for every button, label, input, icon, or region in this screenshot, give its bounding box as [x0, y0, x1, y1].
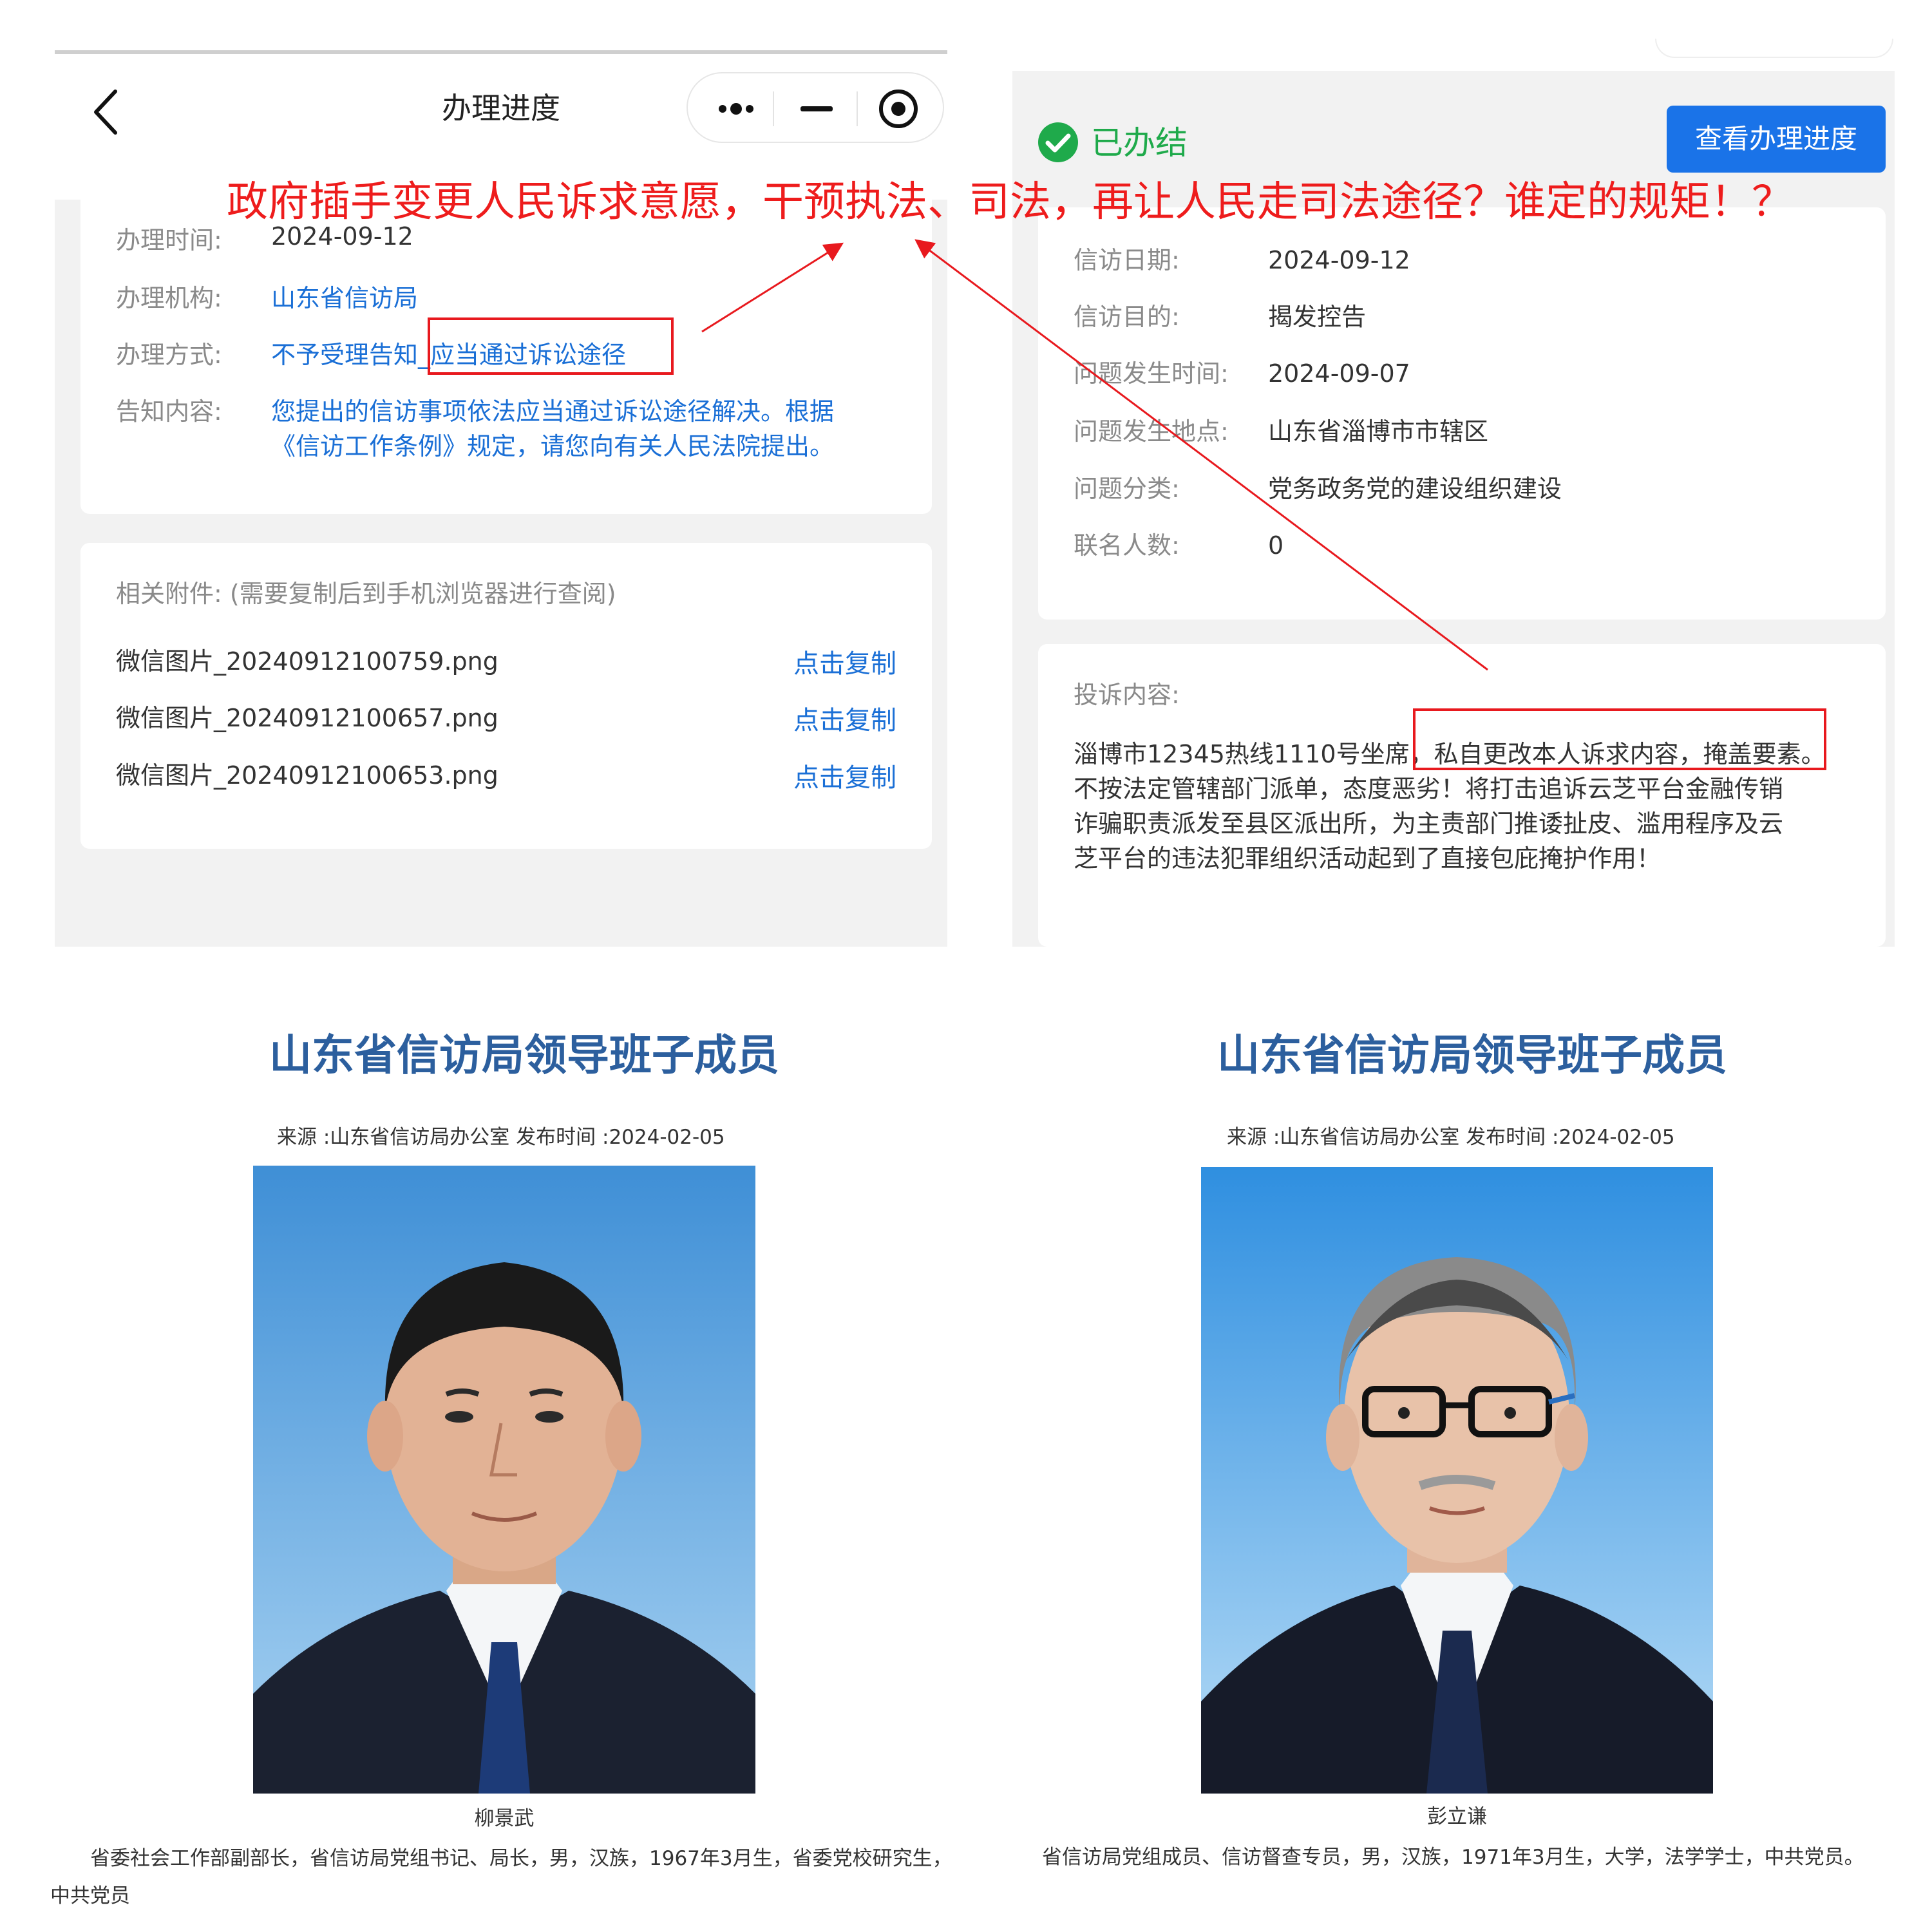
- cosigners-value: 0: [1268, 531, 1284, 560]
- annotation-headline: 政府插手变更人民诉求意愿，干预执法、司法，再让人民走司法途径？谁定的规矩！？: [227, 178, 1793, 226]
- copy-button-2[interactable]: 点击复制: [793, 699, 896, 737]
- bio-left-line-2: 中共党员: [50, 1884, 130, 1908]
- capsule-divider: [773, 91, 774, 126]
- check-circle-icon: [1038, 122, 1078, 162]
- bio-left-line-1: 省委社会工作部副部长，省信访局党组书记、局长，男，汉族，1967年3月生，省委党…: [90, 1847, 952, 1870]
- attachment-file-3: 微信图片_20240912100653.png: [116, 761, 498, 790]
- portrait-photo-right: [1201, 1167, 1713, 1794]
- complaint-line-2: 不按法定管辖部门派单，态度恶劣！将打击追诉云芝平台金融传销: [1074, 775, 1784, 803]
- article-title-right: 山东省信访局领导班子成员: [1217, 1030, 1727, 1080]
- portrait-right-svg: [1201, 1167, 1713, 1794]
- article-title-left: 山东省信访局领导班子成员: [269, 1030, 779, 1080]
- notice-line-1: 您提出的信访事项依法应当通过诉讼途径解决。根据: [271, 397, 835, 426]
- petition-purpose-value: 揭发控告: [1268, 303, 1367, 331]
- close-target-icon[interactable]: [876, 86, 921, 131]
- complaint-line-4: 芝平台的违法犯罪组织活动起到了直接包庇掩护作用！: [1074, 844, 1662, 873]
- complaint-line-3: 诈骗职责派发至县区派出所，为主责部门推诿扯皮、滥用程序及云: [1074, 810, 1784, 838]
- petition-info-card: 信访日期: 2024-09-12 信访目的: 揭发控告 问题发生时间: 2024…: [1038, 207, 1886, 620]
- person-name-left: 柳景武: [474, 1807, 535, 1830]
- category-value: 党务政务党的建设组织建设: [1268, 475, 1562, 503]
- article-meta-right: 来源 :山东省信访局办公室 发布时间 :2024-02-05: [1227, 1126, 1675, 1149]
- minimize-icon[interactable]: [794, 86, 839, 131]
- cosigners-label: 联名人数:: [1074, 531, 1180, 560]
- petition-date-label: 信访日期:: [1074, 246, 1180, 274]
- occur-time-label: 问题发生时间:: [1074, 359, 1229, 388]
- complaint-card: 投诉内容: 淄博市12345热线1110号坐席，私自更改本人诉求内容，掩盖要素。…: [1038, 644, 1886, 947]
- category-label: 问题分类:: [1074, 475, 1180, 503]
- notice-line-2: 《信访工作条例》规定，请您向有关人民法院提出。: [271, 432, 835, 460]
- notice-label: 告知内容:: [116, 397, 222, 426]
- process-org-label: 办理机构:: [116, 284, 222, 312]
- person-name-right: 彭立谦: [1427, 1805, 1487, 1828]
- article-meta-left: 来源 :山东省信访局办公室 发布时间 :2024-02-05: [277, 1126, 725, 1149]
- attachments-card: 相关附件: (需要复制后到手机浏览器进行查阅) 微信图片_20240912100…: [80, 543, 932, 849]
- petition-purpose-label: 信访目的:: [1074, 303, 1180, 331]
- petition-date-value: 2024-09-12: [1268, 246, 1410, 274]
- capsule-divider: [857, 91, 858, 126]
- process-org-value[interactable]: 山东省信访局: [271, 281, 418, 316]
- process-time-label: 办理时间:: [116, 226, 222, 254]
- process-method-label: 办理方式:: [116, 341, 222, 369]
- occur-place-value: 山东省淄博市市辖区: [1268, 417, 1489, 446]
- status-label: 已办结: [1091, 124, 1188, 162]
- attachment-file-1: 微信图片_20240912100759.png: [116, 647, 498, 676]
- occur-time-value: 2024-09-07: [1268, 359, 1410, 388]
- more-dots-icon[interactable]: [714, 86, 759, 131]
- copy-button-1[interactable]: 点击复制: [793, 643, 896, 680]
- complaint-label: 投诉内容:: [1074, 681, 1180, 709]
- mini-program-capsule: [687, 72, 944, 143]
- view-progress-button[interactable]: 查看办理进度: [1667, 106, 1886, 173]
- method-prefix: 不予受理告知: [271, 341, 419, 369]
- highlight-box-complaint: [1413, 708, 1826, 770]
- occur-place-label: 问题发生地点:: [1074, 417, 1229, 446]
- copy-button-3[interactable]: 点击复制: [793, 757, 896, 794]
- cropped-capsule-edge: [1655, 39, 1893, 58]
- portrait-photo-left: [253, 1166, 755, 1794]
- highlight-box-method: [428, 317, 674, 375]
- portrait-left-svg: [253, 1166, 755, 1794]
- attachments-header: 相关附件: (需要复制后到手机浏览器进行查阅): [116, 580, 616, 608]
- bio-right-line-1: 省信访局党组成员、信访督查专员，男，汉族，1971年3月生，大学，法学学士，中共…: [1042, 1846, 1864, 1869]
- attachment-file-2: 微信图片_20240912100657.png: [116, 704, 498, 732]
